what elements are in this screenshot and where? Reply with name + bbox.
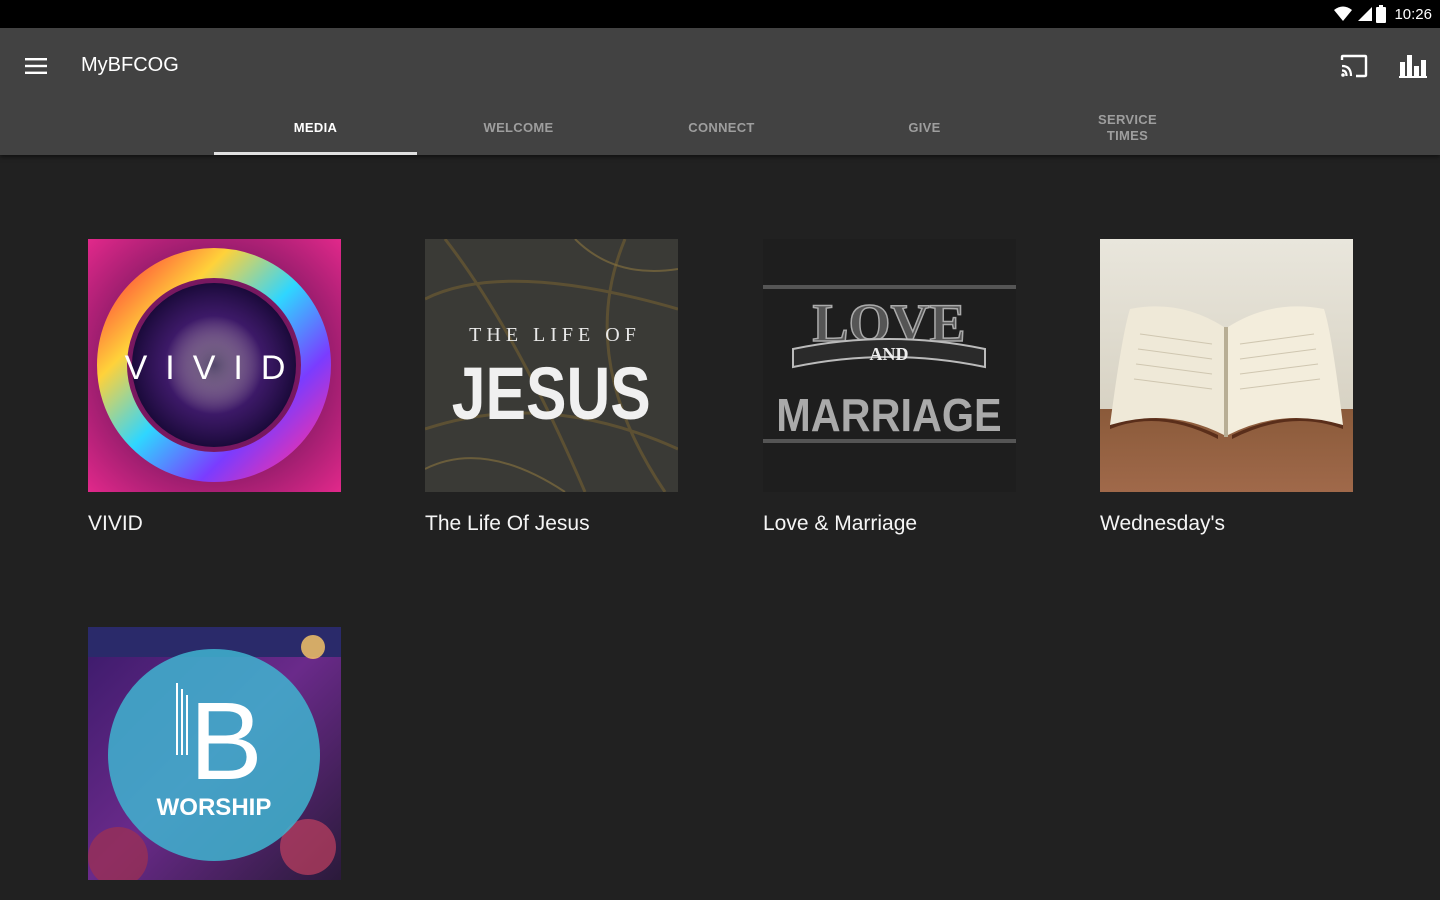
- tab-label: WELCOME: [483, 119, 554, 135]
- media-thumbnail: LOVE AND MARRIAGE: [763, 239, 1016, 492]
- media-card-vivid[interactable]: VIVID VIVID: [88, 239, 341, 536]
- menu-button[interactable]: [18, 48, 54, 84]
- media-card-worship[interactable]: B WORSHIP: [88, 627, 341, 880]
- worship-art-text: WORSHIP: [157, 794, 272, 821]
- cast-icon: [1340, 54, 1368, 78]
- media-title: The Life Of Jesus: [425, 512, 590, 535]
- tab-bar: MEDIA WELCOME CONNECT GIVE SERVICE TIMES: [214, 100, 1229, 155]
- media-title: VIVID: [88, 512, 143, 535]
- wifi-icon: [1334, 6, 1353, 21]
- vivid-art-text: VIVID: [125, 349, 304, 387]
- media-title: Wednesday's: [1100, 512, 1226, 535]
- media-thumbnail: B WORSHIP: [88, 627, 341, 880]
- media-card-wednesdays[interactable]: Wednesday's: [1100, 239, 1353, 536]
- cell-signal-icon: [1358, 7, 1373, 21]
- hamburger-menu-icon: [25, 58, 47, 74]
- jesus-art-title: JESUS: [452, 353, 651, 435]
- media-title: Love & Marriage: [763, 512, 918, 535]
- bar-chart-icon: [1399, 55, 1427, 78]
- worship-art-letter: B: [189, 680, 262, 803]
- jesus-artwork: THE LIFE OF JESUS: [425, 239, 678, 492]
- open-book-artwork: [1100, 239, 1353, 492]
- tab-service-times[interactable]: SERVICE TIMES: [1026, 100, 1229, 155]
- tab-label: CONNECT: [688, 119, 755, 135]
- tab-welcome[interactable]: WELCOME: [417, 100, 620, 155]
- status-bar: 10:26: [0, 0, 1440, 28]
- stats-button[interactable]: [1393, 48, 1433, 84]
- app-title: MyBFCOG: [81, 54, 179, 76]
- media-thumbnail: [1100, 239, 1353, 492]
- status-icons: 10:26: [1334, 4, 1432, 24]
- tab-media[interactable]: MEDIA: [214, 100, 417, 155]
- tab-label: SERVICE TIMES: [1098, 111, 1157, 143]
- media-thumbnail: VIVID: [88, 239, 341, 492]
- worship-artwork: B WORSHIP: [88, 627, 341, 880]
- status-time: 10:26: [1394, 5, 1432, 23]
- tab-give[interactable]: GIVE: [823, 100, 1026, 155]
- media-thumbnail: THE LIFE OF JESUS: [425, 239, 678, 492]
- marriage-art-and: AND: [870, 344, 909, 364]
- battery-icon: [1376, 5, 1387, 23]
- media-card-love-marriage[interactable]: LOVE AND MARRIAGE Love & Marriage: [763, 239, 1016, 536]
- vivid-artwork: VIVID: [88, 239, 341, 492]
- cast-button[interactable]: [1334, 48, 1374, 84]
- tab-label: GIVE: [908, 119, 941, 135]
- tab-connect[interactable]: CONNECT: [620, 100, 823, 155]
- marriage-artwork: LOVE AND MARRIAGE: [763, 239, 1016, 492]
- app-bar: MyBFCOG MEDIA WELCOME CONNECT GIVE SERVI…: [0, 28, 1440, 155]
- media-card-life-of-jesus[interactable]: THE LIFE OF JESUS The Life Of Jesus: [425, 239, 678, 536]
- tab-label: MEDIA: [293, 119, 338, 135]
- marriage-art-title: MARRIAGE: [776, 390, 1001, 442]
- jesus-art-subtitle: THE LIFE OF: [469, 324, 641, 346]
- media-grid: VIVID VIVID THE LIFE OF JESUS The Life O…: [0, 155, 1440, 900]
